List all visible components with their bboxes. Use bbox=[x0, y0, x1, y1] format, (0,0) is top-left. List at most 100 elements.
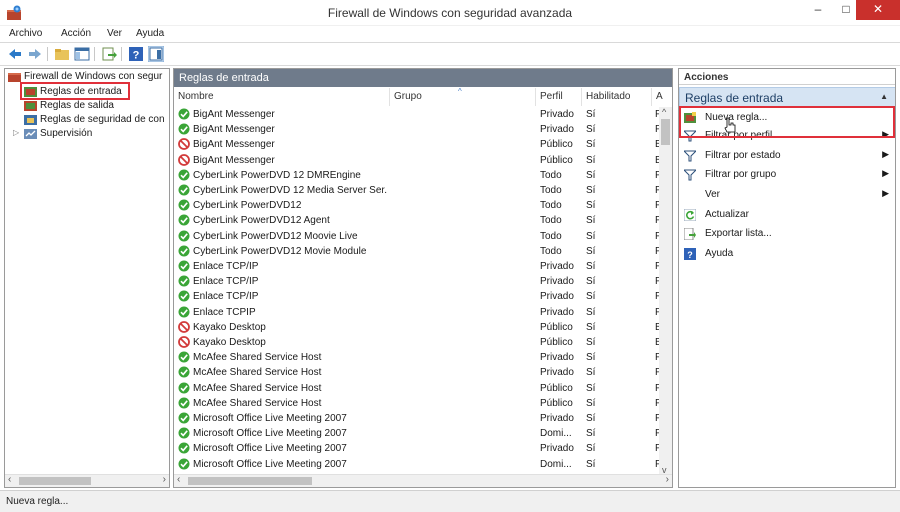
rule-name: CyberLink PowerDVD12 Movie Module bbox=[193, 245, 367, 257]
status-bar: Nueva regla... bbox=[0, 490, 900, 512]
scroll-left-arrow-icon[interactable]: ‹ bbox=[8, 474, 11, 485]
action-ayuda[interactable]: ? Ayuda bbox=[679, 245, 895, 263]
table-row[interactable]: McAfee Shared Service HostPúblicoSíP bbox=[174, 381, 661, 396]
scroll-right-arrow-icon[interactable]: › bbox=[666, 474, 669, 485]
table-row[interactable]: CyberLink PowerDVD 12 DMREngineTodoSíP bbox=[174, 168, 661, 183]
allowed-rule-icon bbox=[178, 275, 190, 287]
table-row[interactable]: CyberLink PowerDVD12TodoSíP bbox=[174, 198, 661, 213]
rule-enabled: Sí bbox=[586, 458, 596, 470]
close-button[interactable]: ✕ bbox=[856, 0, 900, 20]
table-row[interactable]: BigAnt MessengerPrivadoSíP bbox=[174, 107, 661, 122]
table-row[interactable]: Kayako DesktopPúblicoSíB bbox=[174, 335, 661, 350]
rule-profile: Público bbox=[540, 397, 573, 409]
allowed-rule-icon bbox=[178, 260, 190, 272]
allowed-rule-icon bbox=[178, 351, 190, 363]
scroll-thumb[interactable] bbox=[661, 119, 670, 145]
table-row[interactable]: BigAnt MessengerPúblicoSíB bbox=[174, 137, 661, 152]
rule-enabled: Sí bbox=[586, 443, 596, 455]
table-row[interactable]: CyberLink PowerDVD 12 Media Server Ser..… bbox=[174, 183, 661, 198]
rule-name: CyberLink PowerDVD12 bbox=[193, 200, 302, 212]
table-row[interactable]: Kayako DesktopPúblicoSíB bbox=[174, 320, 661, 335]
tree-hscrollbar[interactable]: ‹ › bbox=[5, 474, 169, 487]
menu-archivo[interactable]: Archivo bbox=[9, 28, 42, 39]
rule-name: CyberLink PowerDVD12 Moovie Live bbox=[193, 230, 358, 242]
table-row[interactable]: CyberLink PowerDVD12 Movie ModuleTodoSíP bbox=[174, 244, 661, 259]
rule-enabled: Sí bbox=[586, 154, 596, 166]
table-row[interactable]: McAfee Shared Service HostPrivadoSíP bbox=[174, 350, 661, 365]
rule-profile: Público bbox=[540, 154, 573, 166]
table-row[interactable]: Enlace TCP/IPPrivadoSíP bbox=[174, 289, 661, 304]
rule-profile: Todo bbox=[540, 200, 562, 212]
menu-ayuda[interactable]: Ayuda bbox=[136, 28, 164, 39]
table-row[interactable]: Microsoft Office Live Meeting 2007 Privad… bbox=[174, 411, 661, 426]
rules-vscrollbar[interactable]: ^ v bbox=[659, 107, 672, 475]
export-icon[interactable] bbox=[101, 46, 117, 62]
scroll-thumb[interactable] bbox=[19, 477, 91, 485]
table-row[interactable]: Enlace TCP/IPPrivadoSíP bbox=[174, 259, 661, 274]
scroll-right-arrow-icon[interactable]: › bbox=[163, 474, 166, 485]
action-filtrar-estado[interactable]: Filtrar por estado ▶ bbox=[679, 147, 895, 165]
rule-profile: Privado bbox=[540, 124, 574, 136]
action-filtrar-grupo[interactable]: Filtrar por grupo ▶ bbox=[679, 166, 895, 184]
table-row[interactable]: McAfee Shared Service HostPrivadoSíP bbox=[174, 365, 661, 380]
allowed-rule-icon bbox=[178, 290, 190, 302]
tree-item-reglas-seguridad[interactable]: Reglas de seguridad de con bbox=[24, 113, 169, 127]
table-row[interactable]: Microsoft Office Live Meeting 2007 Domi..… bbox=[174, 457, 661, 472]
window-title: Firewall de Windows con seguridad avanza… bbox=[327, 6, 573, 20]
up-folder-icon[interactable] bbox=[54, 46, 70, 62]
scroll-left-arrow-icon[interactable]: ‹ bbox=[177, 474, 180, 485]
scroll-thumb[interactable] bbox=[188, 477, 312, 485]
column-nombre[interactable]: Nombre bbox=[174, 88, 390, 106]
table-row[interactable]: CyberLink PowerDVD12 Moovie LiveTodoSíP bbox=[174, 229, 661, 244]
table-row[interactable]: Enlace TCP/IPPrivadoSíP bbox=[174, 274, 661, 289]
rule-name: McAfee Shared Service Host bbox=[193, 397, 322, 409]
submenu-arrow-icon: ▶ bbox=[882, 188, 889, 198]
minimize-button[interactable]: – bbox=[804, 0, 832, 20]
column-perfil[interactable]: Perfil bbox=[536, 88, 582, 106]
export-icon bbox=[684, 228, 696, 240]
table-row[interactable]: McAfee Shared Service HostPúblicoSíP bbox=[174, 396, 661, 411]
back-arrow-icon[interactable] bbox=[7, 46, 23, 62]
rule-profile: Público bbox=[540, 321, 573, 333]
rule-profile: Todo bbox=[540, 230, 562, 242]
action-ver[interactable]: Ver ▶ bbox=[679, 186, 895, 204]
rule-enabled: Sí bbox=[586, 367, 596, 379]
allowed-rule-icon bbox=[178, 382, 190, 394]
connection-security-icon bbox=[24, 115, 37, 125]
rule-profile: Privado bbox=[540, 291, 574, 303]
allowed-rule-icon bbox=[178, 427, 190, 439]
collapse-arrow-icon[interactable]: ▲ bbox=[880, 92, 888, 101]
menu-ver[interactable]: Ver bbox=[107, 28, 122, 39]
action-pane-icon[interactable] bbox=[148, 46, 164, 62]
column-habilitado[interactable]: Habilitado bbox=[582, 88, 652, 106]
action-exportar[interactable]: Exportar lista... bbox=[679, 225, 895, 243]
forward-arrow-icon[interactable] bbox=[27, 46, 43, 62]
actions-pane: Acciones Reglas de entrada ▲ Nueva regla… bbox=[678, 68, 896, 488]
table-row[interactable]: BigAnt MessengerPúblicoSíB bbox=[174, 153, 661, 168]
tree-item-reglas-salida[interactable]: Reglas de salida bbox=[24, 99, 164, 113]
rule-profile: Domi... bbox=[540, 428, 572, 440]
table-row[interactable]: CyberLink PowerDVD12 AgentTodoSíP bbox=[174, 213, 661, 228]
allowed-rule-icon bbox=[178, 412, 190, 424]
actions-section-header[interactable]: Reglas de entrada ▲ bbox=[679, 87, 895, 107]
table-row[interactable]: Enlace TCPIPPrivadoSíP bbox=[174, 305, 661, 320]
column-grupo[interactable]: Grupo ^ bbox=[390, 87, 536, 106]
expand-arrow-icon[interactable]: ▷ bbox=[13, 128, 19, 137]
tree-item-supervision[interactable]: ▷ Supervisión bbox=[13, 127, 153, 141]
scroll-up-arrow-icon[interactable]: ^ bbox=[662, 107, 666, 117]
show-hide-tree-icon[interactable] bbox=[74, 46, 90, 62]
table-row[interactable]: Microsoft Office Live Meeting 2007 Domi..… bbox=[174, 426, 661, 441]
rule-profile: Todo bbox=[540, 245, 562, 257]
rules-hscrollbar[interactable]: ‹ › bbox=[174, 474, 672, 487]
column-accion[interactable]: A bbox=[652, 88, 663, 106]
allowed-rule-icon bbox=[178, 458, 190, 470]
rule-enabled: Sí bbox=[586, 261, 596, 272]
menu-bar: Archivo Acción Ver Ayuda bbox=[0, 26, 900, 42]
table-row[interactable]: Microsoft Office Live Meeting 2007 Privad… bbox=[174, 441, 661, 456]
action-actualizar[interactable]: Actualizar bbox=[679, 206, 895, 224]
toolbar-separator bbox=[121, 47, 122, 61]
table-row[interactable]: BigAnt MessengerPrivadoSíP bbox=[174, 122, 661, 137]
help-icon[interactable]: ? bbox=[128, 46, 144, 62]
menu-accion[interactable]: Acción bbox=[61, 28, 91, 39]
allowed-rule-icon bbox=[178, 199, 190, 211]
